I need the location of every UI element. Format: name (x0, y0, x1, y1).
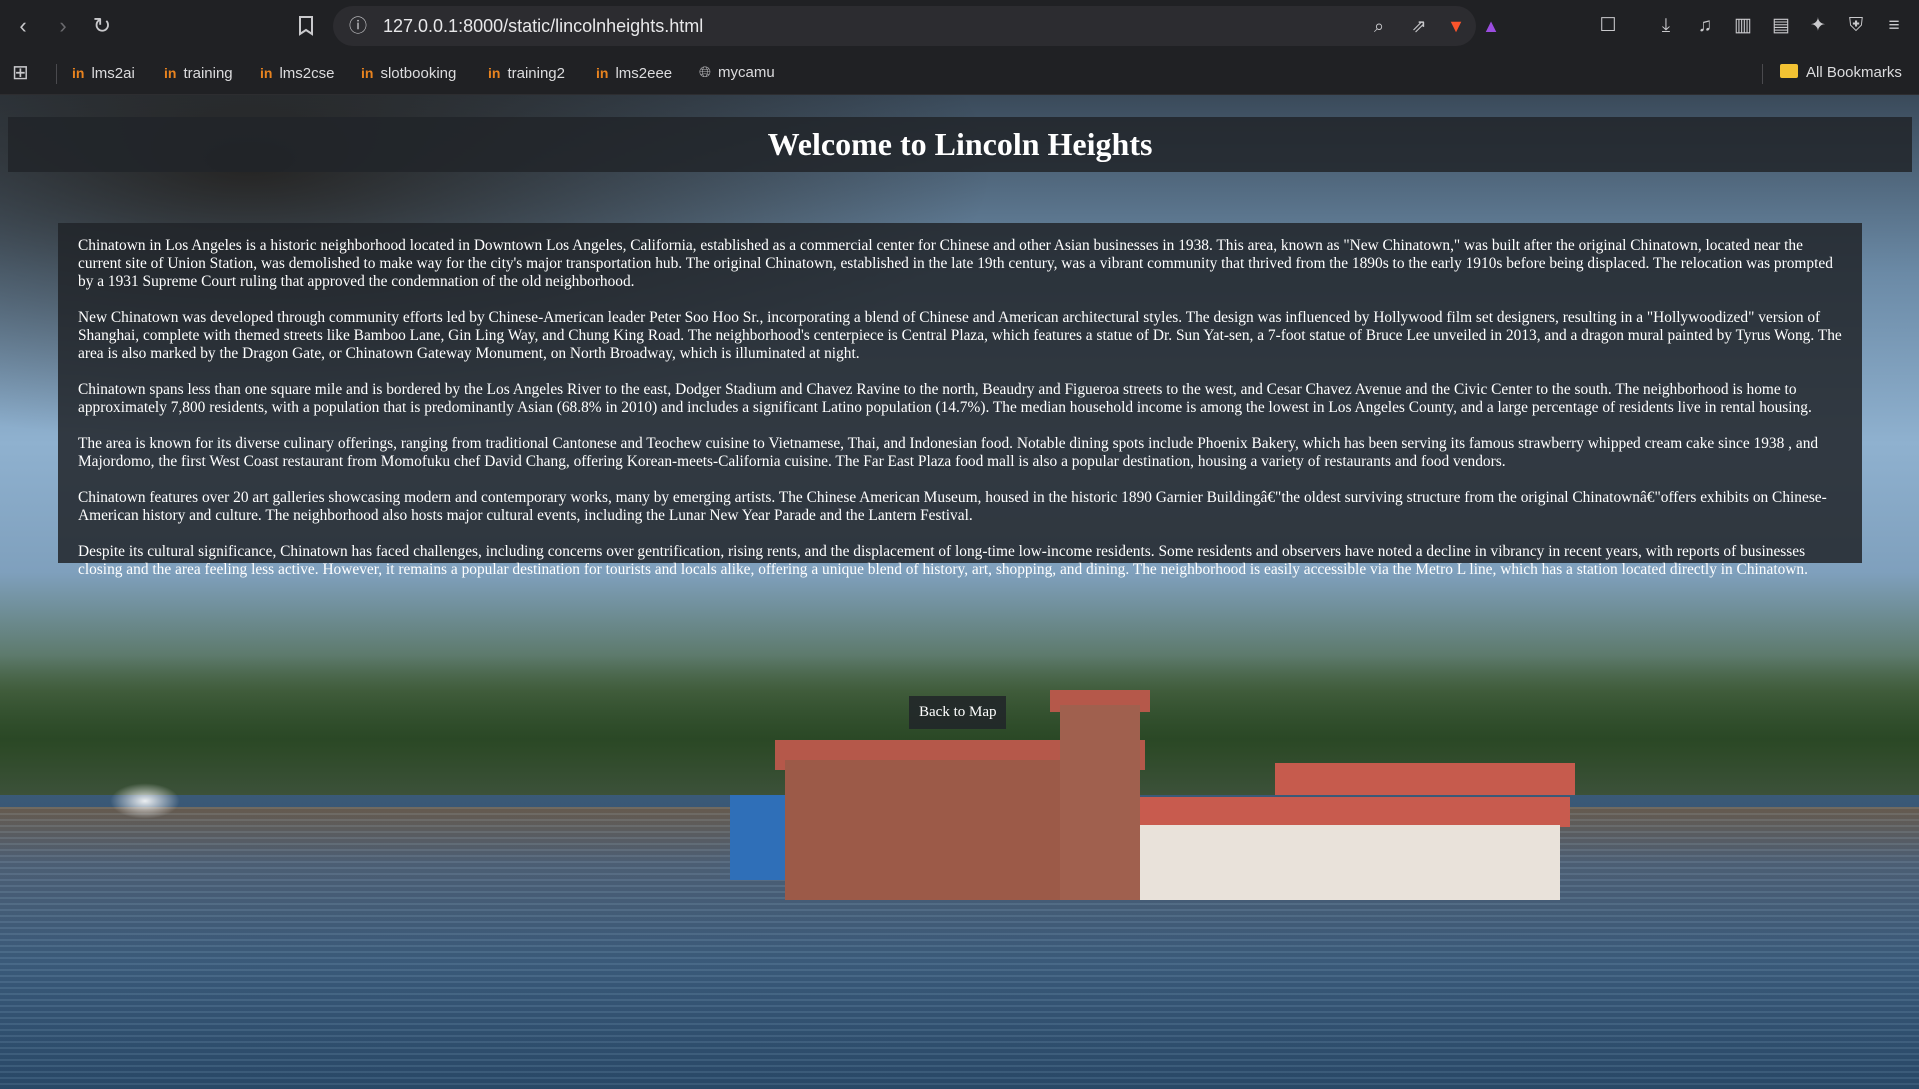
paragraph-challenges: Despite its cultural significance, China… (78, 543, 1808, 578)
bookmark-label: lms2eee (615, 65, 673, 82)
bookmark-site-icon: in (596, 65, 609, 81)
apps-grid-icon[interactable]: ⊞ (12, 52, 29, 94)
back-to-map-button[interactable]: Back to Map (909, 696, 1007, 729)
bookmarks-bar: ⊞ in lms2ai in training in lms2cse in slotbo… (0, 52, 1919, 95)
bookmark-site-icon: in (72, 65, 85, 81)
paragraph-arts: Chinatown features over 20 art galleries… (78, 489, 1827, 524)
bookmark-site-icon: in (361, 65, 374, 81)
forward-icon[interactable]: › (47, 10, 79, 42)
reload-icon[interactable]: ↻ (86, 10, 118, 42)
paragraph-geography: Chinatown spans less than one square mil… (78, 381, 1812, 416)
vpn-icon[interactable]: ⛨ (1840, 10, 1872, 42)
bookmarks-divider (1762, 64, 1763, 84)
sidebar-icon[interactable]: ▥ (1727, 10, 1759, 42)
share-icon[interactable]: ⇗ (1404, 6, 1434, 46)
menu-icon[interactable]: ≡ (1878, 10, 1910, 42)
bookmark-label: mycamu (718, 64, 775, 81)
page-header: Welcome to Lincoln Heights (8, 117, 1912, 172)
zoom-icon[interactable]: ⌕ (1364, 6, 1394, 46)
download-icon[interactable]: ⤓ (1650, 10, 1682, 42)
folder-icon (1780, 64, 1798, 79)
globe-icon: 🌐︎ (699, 64, 712, 81)
media-icon[interactable]: ♫ (1689, 10, 1721, 42)
browser-toolbar: ‹ › ↻ ⓘ 127.0.0.1:8000/static/lincolnhei… (0, 0, 1919, 52)
address-bar[interactable]: ⓘ 127.0.0.1:8000/static/lincolnheights.h… (333, 6, 1500, 46)
bookmark-label: lms2cse (279, 65, 335, 82)
bookmark-label: training2 (507, 65, 565, 82)
bookmark-label: lms2ai (91, 65, 135, 82)
bookmark-site-icon: in (488, 65, 501, 81)
wallet-icon[interactable]: ▤ (1765, 10, 1797, 42)
leo-ai-icon[interactable]: ✦ (1802, 10, 1834, 42)
bookmark-site-icon: in (260, 65, 273, 81)
url-text[interactable]: 127.0.0.1:8000/static/lincolnheights.htm… (383, 6, 703, 46)
paragraph-cuisine: The area is known for its diverse culina… (78, 435, 1819, 470)
all-bookmarks-button[interactable]: All Bookmarks (1780, 52, 1902, 94)
bookmark-lms2eee[interactable]: in lms2eee (596, 52, 672, 94)
bookmark-lms2cse[interactable]: in lms2cse (260, 52, 334, 94)
paragraph-development: New Chinatown was developed through comm… (78, 309, 1842, 362)
bookmark-training2[interactable]: in training2 (488, 52, 565, 94)
bookmark-training[interactable]: in training (164, 52, 233, 94)
bookmark-label: training (183, 65, 233, 82)
bookmark-mycamu[interactable]: 🌐︎ mycamu (699, 52, 775, 94)
site-info-icon[interactable]: ⓘ (343, 6, 373, 46)
paragraph-history: Chinatown in Los Angeles is a historic n… (78, 237, 1833, 290)
page-viewport: Welcome to Lincoln Heights Chinatown in … (0, 95, 1919, 1089)
background-boathouse (775, 690, 1575, 900)
back-icon[interactable]: ‹ (7, 10, 39, 42)
bookmark-label: slotbooking (380, 65, 457, 82)
bookmark-icon[interactable] (290, 10, 322, 42)
content-panel: Chinatown in Los Angeles is a historic n… (58, 223, 1862, 578)
bookmark-slotbooking[interactable]: in slotbooking (361, 52, 456, 94)
brave-shields-icon[interactable]: ▼ (1441, 6, 1471, 46)
page-title: Welcome to Lincoln Heights (767, 126, 1153, 162)
bookmark-site-icon: in (164, 65, 177, 81)
brave-rewards-icon[interactable]: ▲ (1476, 6, 1506, 46)
bookmarks-divider (56, 64, 57, 84)
bookmark-lms2ai[interactable]: in lms2ai (72, 52, 135, 94)
all-bookmarks-label: All Bookmarks (1806, 64, 1902, 81)
screenshot-icon[interactable]: ☐ (1592, 10, 1624, 42)
background-fountain (110, 783, 180, 819)
